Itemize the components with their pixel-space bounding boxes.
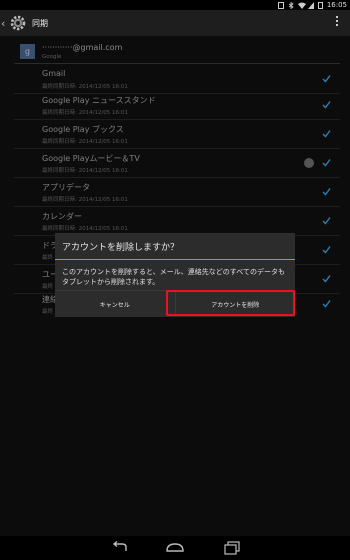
sync-item-books[interactable]: Google Play ブックス 最終同期日時: 2014/12/05 16:0… (0, 120, 350, 149)
sync-item-subtitle: 最終同期日時: 2014/12/05 16:01 (42, 139, 128, 145)
sync-item-title: Google Playムービー＆TV (42, 154, 140, 163)
navigation-bar (0, 536, 350, 560)
status-time: 16:05 (326, 1, 347, 9)
sync-item-movies-tv[interactable]: Google Playムービー＆TV 最終同期日時: 2014/12/05 16… (0, 149, 350, 178)
chevron-left-icon[interactable]: ‹ (1, 17, 7, 30)
sync-item-subtitle: 最終 (42, 255, 54, 261)
sync-item-subtitle: 最終同期日時: 2014/12/05 16:01 (42, 197, 128, 203)
signal-icon (307, 1, 314, 9)
checkmark-icon[interactable] (322, 299, 331, 308)
dialog-title: アカウントを削除しますか？ (62, 242, 180, 253)
divider (14, 63, 340, 64)
gear-icon[interactable] (8, 13, 28, 33)
checkmark-icon[interactable] (322, 100, 331, 109)
bluetooth-icon (288, 1, 294, 9)
cancel-button[interactable]: キャンセル (55, 291, 176, 317)
checkmark-icon[interactable] (322, 216, 331, 225)
battery-icon (317, 1, 323, 9)
checkmark-icon[interactable] (322, 274, 331, 283)
account-provider: Google (42, 53, 62, 60)
sync-item-newsstand[interactable]: Google Play ニューススタンド 最終同期日時: 2014/12/05 … (0, 91, 350, 120)
account-header: g ············@gmail.com Google (20, 40, 122, 62)
sync-item-subtitle: 最終同期日時: 2014/12/05 16:01 (42, 226, 128, 232)
dialog-message: このアカウントを削除すると、メール、連絡先などのすべてのデータもタブレットから削… (62, 268, 285, 286)
checkmark-icon[interactable] (322, 245, 331, 254)
sync-item-subtitle: 最終 (42, 284, 54, 290)
sync-item-subtitle: 最終同期日時: 2014/12/05 16:01 (42, 110, 128, 116)
sync-item-title: Google Play ブックス (42, 125, 124, 134)
account-email: ············@gmail.com (42, 42, 123, 52)
sync-item-subtitle: 最終 (42, 309, 54, 315)
sync-item-gmail[interactable]: Gmail 最終同期日時: 2014/12/05 16:01 (0, 65, 350, 94)
sync-item-title: Google Play ニューススタンド (42, 96, 156, 105)
sync-item-subtitle: 最終同期日時: 2014/12/05 16:01 (42, 84, 128, 90)
sync-item-title: カレンダー (42, 212, 82, 221)
overflow-menu-icon[interactable] (336, 16, 340, 26)
sync-item-title: アプリデータ (42, 183, 90, 192)
home-icon[interactable] (166, 541, 184, 555)
sync-in-progress-icon (304, 158, 314, 168)
sim-icon (277, 1, 284, 9)
checkmark-icon[interactable] (322, 187, 331, 196)
highlight-box (166, 290, 295, 316)
checkmark-icon[interactable] (322, 129, 331, 138)
status-bar: 16:05 (0, 0, 350, 10)
sync-item-title: Gmail (42, 69, 66, 78)
checkmark-icon[interactable] (322, 158, 331, 167)
recent-apps-icon[interactable] (223, 541, 241, 555)
action-bar: ‹ 同期 (0, 10, 350, 36)
page-title: 同期 (32, 18, 48, 28)
sync-item-subtitle: 最終同期日時: 2014/12/05 16:01 (42, 168, 128, 174)
google-account-icon: g (20, 43, 35, 59)
sync-item-app-data[interactable]: アプリデータ 最終同期日時: 2014/12/05 16:01 (0, 178, 350, 207)
back-icon[interactable] (111, 541, 129, 555)
wifi-icon (297, 2, 306, 9)
checkmark-icon[interactable] (322, 74, 331, 83)
sync-item-calendar[interactable]: カレンダー 最終同期日時: 2014/12/05 16:01 (0, 207, 350, 236)
